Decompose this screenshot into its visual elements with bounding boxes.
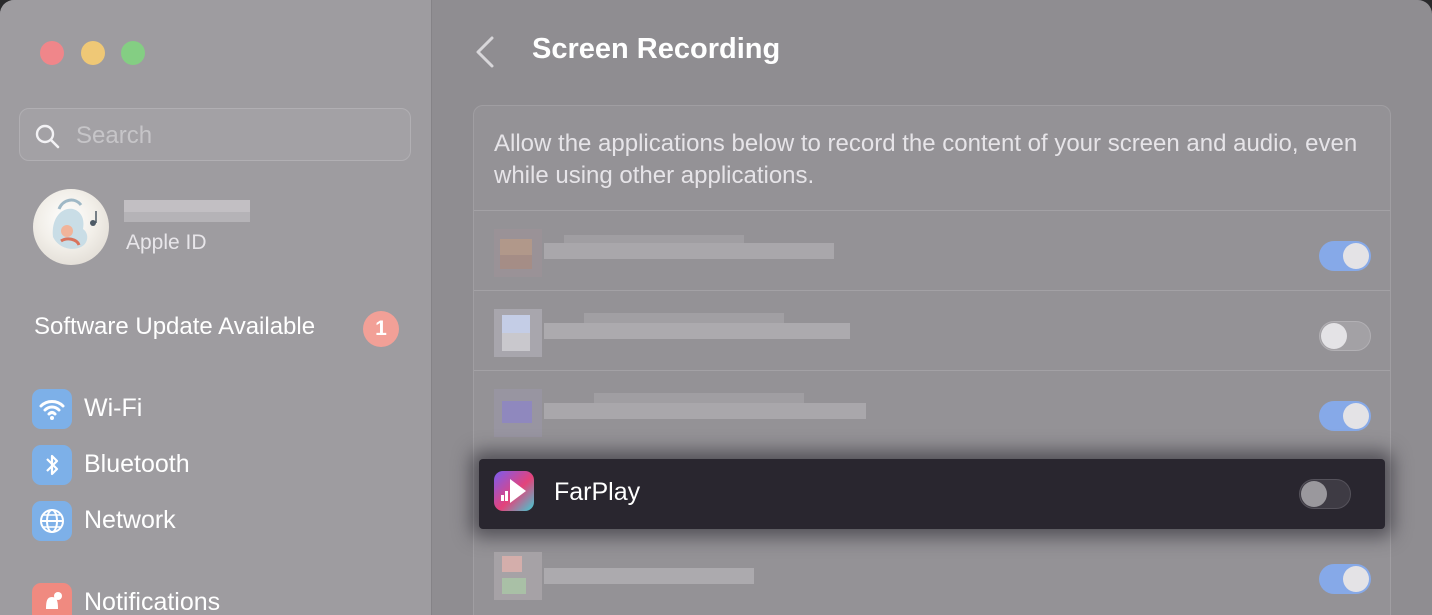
software-update-badge: 1 (363, 311, 399, 347)
search-icon (35, 124, 60, 149)
app-row-farplay: FarPlay (479, 459, 1385, 529)
sidebar-item-wifi[interactable]: Wi-Fi (32, 389, 412, 431)
apple-id-name-redacted (124, 200, 250, 212)
sidebar-item-label: Wi-Fi (84, 394, 143, 422)
bluetooth-icon (32, 445, 72, 485)
app-name-obscured (544, 403, 866, 419)
app-row (474, 211, 1390, 291)
app-row (474, 371, 1390, 451)
sidebar: Apple ID Software Update Available 1 Wi-… (0, 0, 432, 615)
app-name-obscured (544, 323, 850, 339)
app-name-obscured (544, 568, 754, 584)
app-icon-obscured (494, 552, 542, 600)
permission-toggle[interactable] (1319, 401, 1371, 431)
avatar-image (52, 198, 97, 249)
farplay-app-icon (494, 471, 534, 511)
app-row (474, 291, 1390, 371)
system-settings-window: Apple ID Software Update Available 1 Wi-… (0, 0, 1432, 615)
search-input[interactable] (74, 119, 398, 153)
back-chevron-icon[interactable] (472, 34, 498, 70)
apple-id-label[interactable]: Apple ID (126, 231, 207, 255)
apple-id-name-redacted-2 (124, 212, 250, 222)
globe-icon (32, 501, 72, 541)
sidebar-item-label: Notifications (84, 588, 221, 615)
farplay-permission-toggle[interactable] (1299, 479, 1351, 509)
main-pane: Screen Recording Allow the applications … (432, 0, 1432, 615)
sidebar-item-label: Network (84, 506, 176, 534)
screen-recording-panel: Allow the applications below to record t… (473, 105, 1391, 615)
sidebar-item-label: Bluetooth (84, 450, 190, 478)
page-title: Screen Recording (532, 33, 781, 65)
avatar[interactable] (33, 189, 109, 265)
bell-icon (32, 583, 72, 615)
permission-toggle[interactable] (1319, 564, 1371, 594)
app-name-obscured (564, 235, 744, 243)
description-text: Allow the applications below to record t… (494, 130, 1358, 189)
software-update-label[interactable]: Software Update Available (34, 313, 315, 341)
app-name: FarPlay (554, 478, 641, 506)
app-name-obscured (544, 243, 834, 259)
wifi-icon (32, 389, 72, 429)
app-icon-obscured (494, 229, 542, 277)
app-row (474, 534, 1390, 614)
app-name-obscured (594, 393, 804, 403)
sidebar-item-notifications[interactable]: Notifications (32, 583, 412, 615)
app-icon-obscured (494, 309, 542, 357)
minimize-window-button[interactable] (81, 41, 105, 65)
sidebar-item-network[interactable]: Network (32, 501, 412, 543)
permission-toggle[interactable] (1319, 241, 1371, 271)
app-icon-obscured (494, 389, 542, 437)
permission-toggle[interactable] (1319, 321, 1371, 351)
close-window-button[interactable] (40, 41, 64, 65)
zoom-window-button[interactable] (121, 41, 145, 65)
sidebar-item-bluetooth[interactable]: Bluetooth (32, 445, 412, 487)
search-field[interactable] (19, 108, 411, 161)
app-name-obscured (584, 313, 784, 323)
